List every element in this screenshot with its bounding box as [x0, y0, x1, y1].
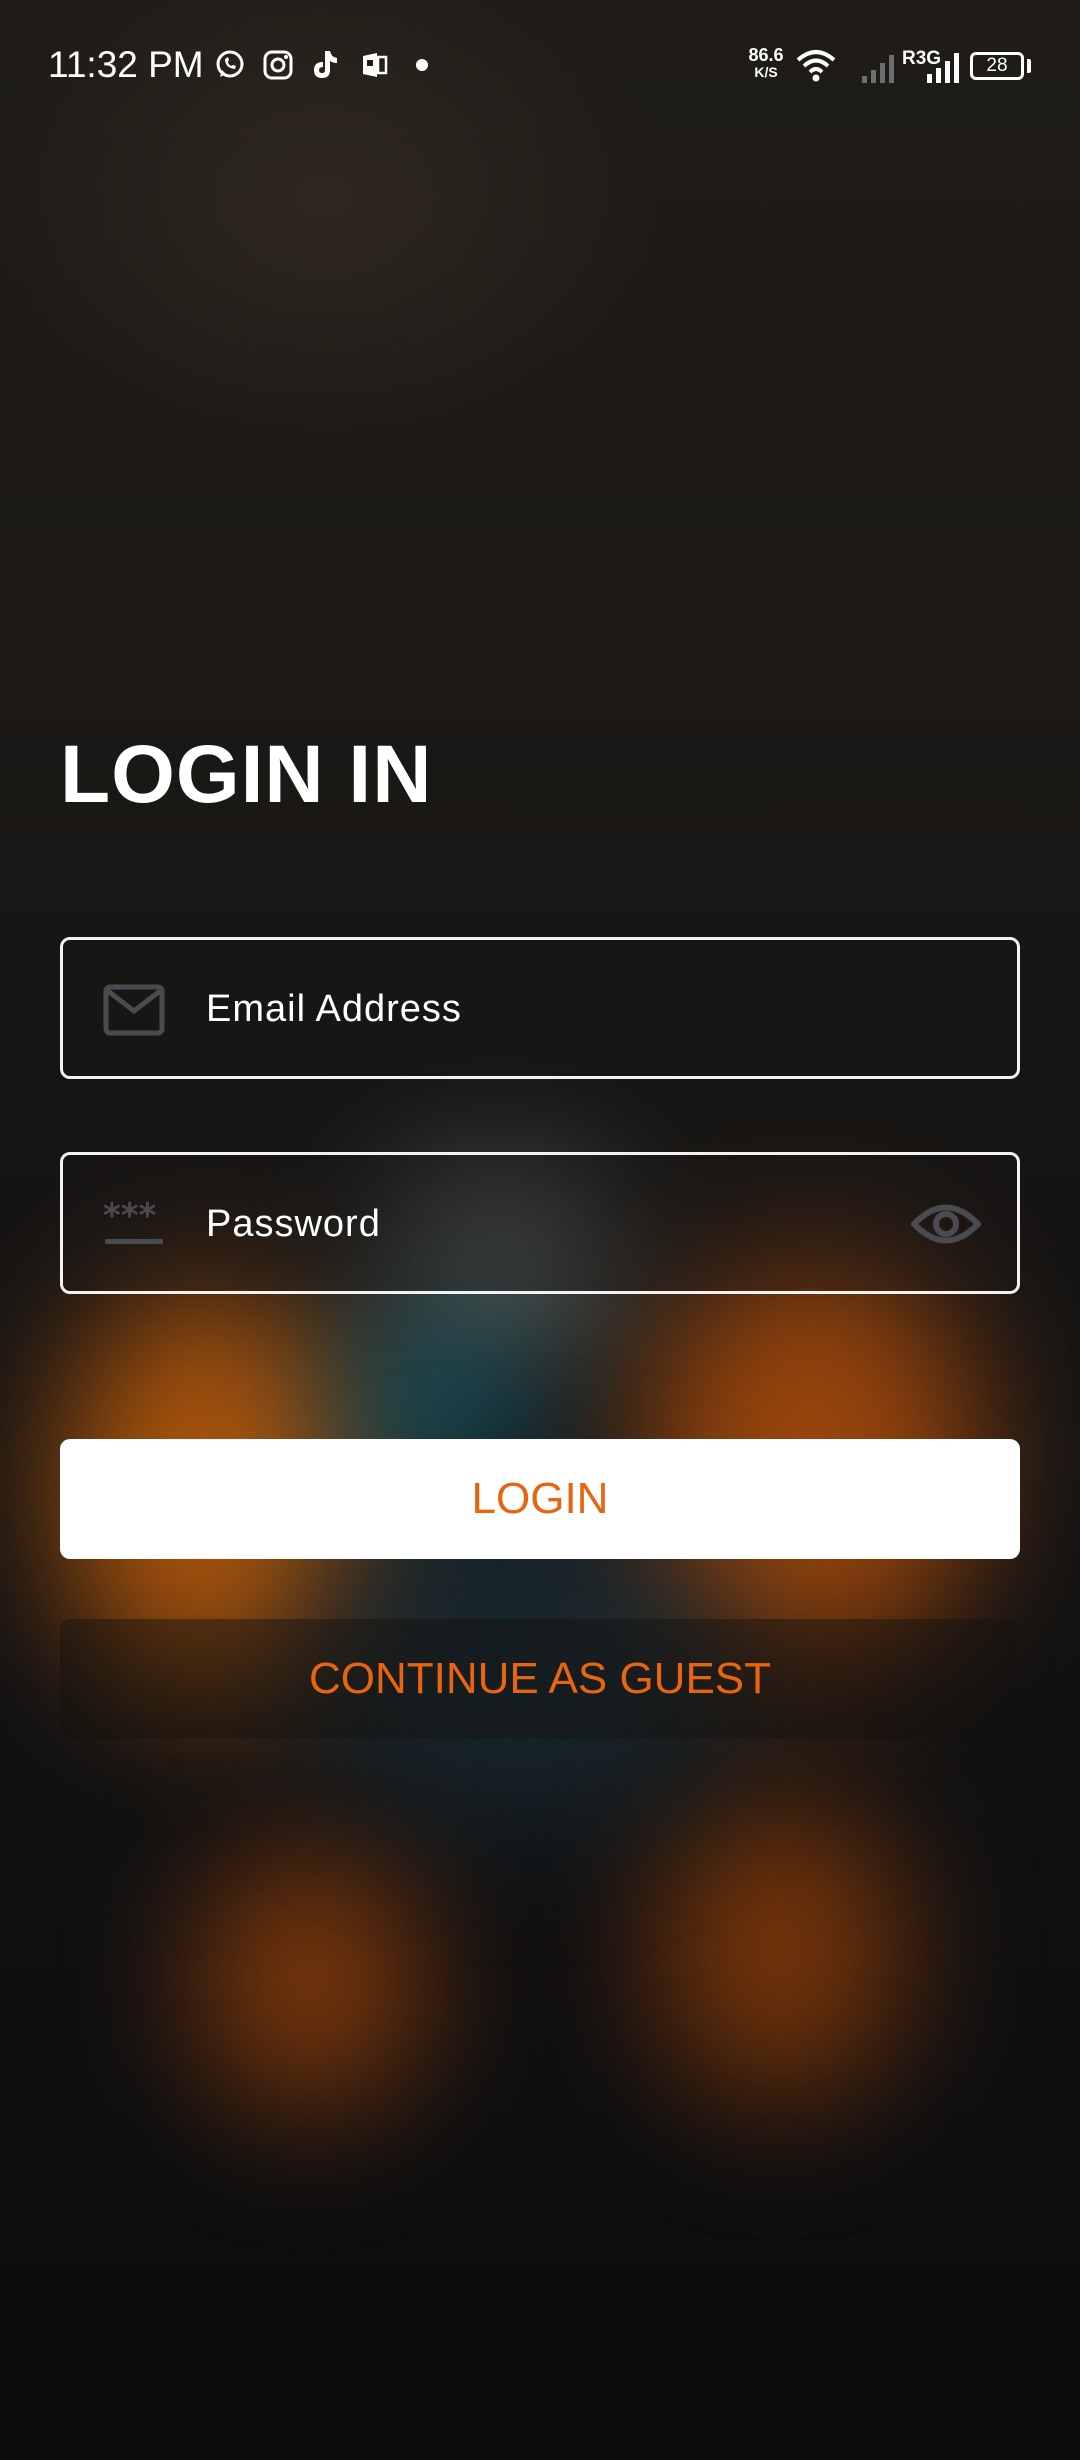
- background-glow: [660, 1800, 900, 2100]
- mail-icon: [103, 984, 165, 1036]
- network-speed-value: 86.6: [748, 45, 784, 65]
- page-title: LOGIN IN: [60, 729, 433, 820]
- background-glow: [200, 1850, 420, 2110]
- eye-icon[interactable]: [911, 1199, 981, 1249]
- battery-tip: [1027, 59, 1031, 73]
- battery-level: 28: [986, 55, 1008, 76]
- wifi-icon: [796, 50, 836, 82]
- tiktok-icon: [314, 51, 337, 78]
- status-time: 11:32 PM: [48, 44, 204, 85]
- svg-text:***: ***: [103, 1199, 157, 1236]
- signal-strong-icon: [927, 53, 959, 83]
- password-placeholder: Password: [206, 1203, 381, 1245]
- instagram-icon: [263, 50, 293, 80]
- whatsapp-icon: [216, 50, 244, 78]
- email-placeholder: Email Address: [206, 988, 462, 1030]
- continue-as-guest-button[interactable]: CONTINUE AS GUEST: [60, 1619, 1020, 1739]
- login-button[interactable]: LOGIN: [60, 1439, 1020, 1559]
- battery-icon: 28: [970, 52, 1024, 80]
- password-icon: ***: [103, 1199, 163, 1244]
- email-field[interactable]: Email Address: [60, 937, 1020, 1079]
- network-speed-unit: K/S: [754, 64, 778, 80]
- password-field[interactable]: *** Password: [60, 1152, 1020, 1294]
- app-icon: [363, 53, 388, 77]
- network-speed: 86.6 K/S: [743, 46, 789, 80]
- dot-icon: [416, 59, 428, 71]
- status-bar: 11:32 PM 86.6 K/S R3G 28: [0, 0, 1080, 134]
- signal-weak-icon: [862, 55, 894, 83]
